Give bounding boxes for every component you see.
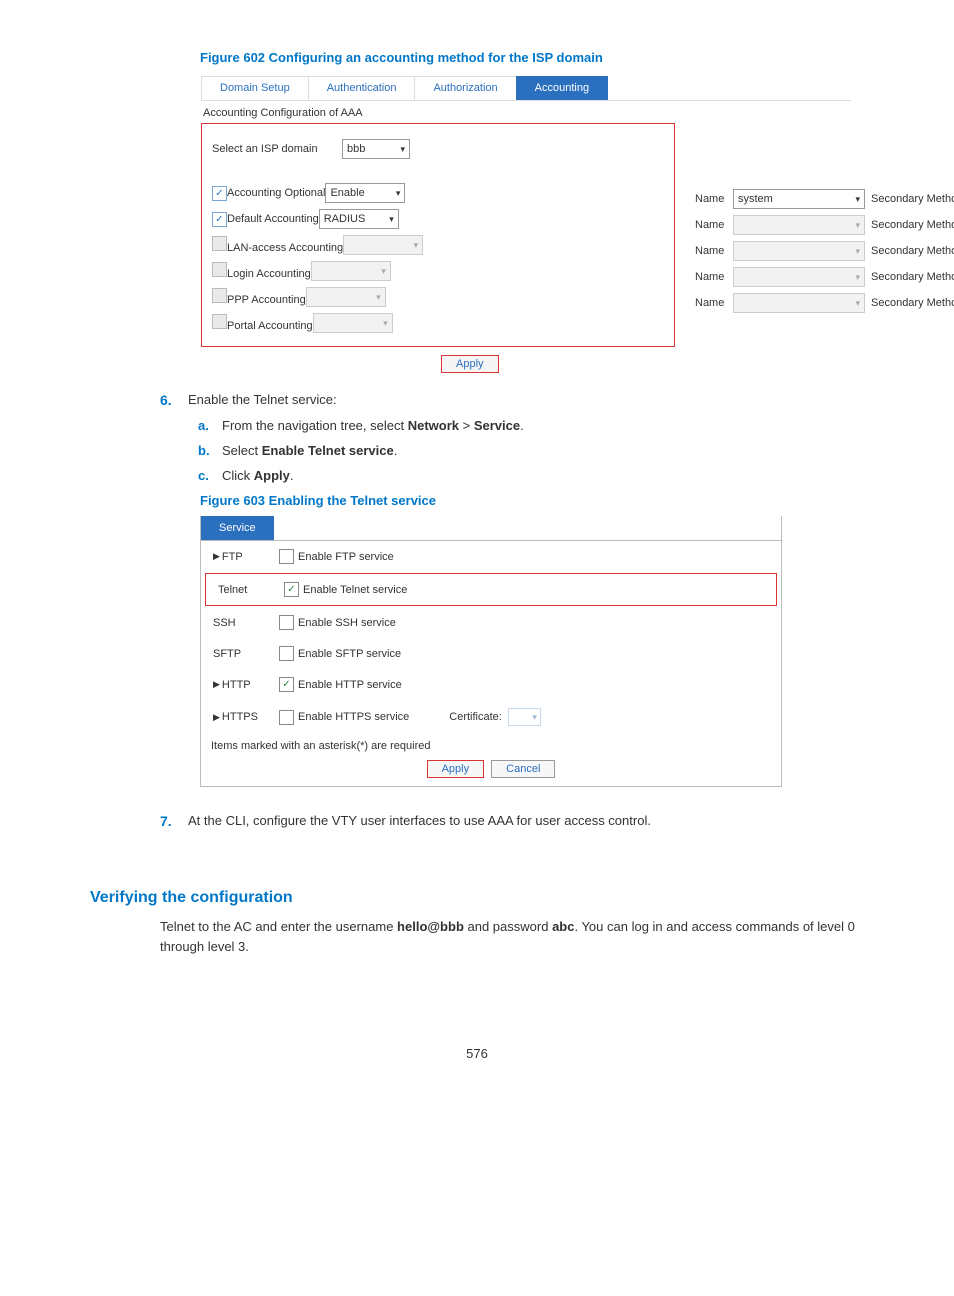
method-select: ▾ <box>306 287 386 307</box>
figure-602: Domain Setup Authentication Authorizatio… <box>200 73 852 374</box>
highlight-box-602: Select an ISP domain bbb ▾ Accounting Op… <box>201 123 675 347</box>
name-select: ▾ <box>733 241 865 261</box>
secondary-method-label: Secondary Method <box>871 245 954 257</box>
enable-checkbox-http[interactable] <box>279 677 294 692</box>
name-select: ▾ <box>733 215 865 235</box>
step-6c-text: Click Apply. <box>222 468 294 483</box>
enable-checkbox-ssh[interactable] <box>279 615 294 630</box>
expand-icon[interactable]: ▶ <box>213 551 220 562</box>
select-domain-label: Select an ISP domain <box>212 143 318 155</box>
service-name: SSH <box>213 617 236 629</box>
apply-button-603[interactable]: Apply <box>427 760 485 778</box>
enable-checkbox-telnet[interactable] <box>284 582 299 597</box>
service-name: FTP <box>222 551 243 563</box>
aaa-subtitle: Accounting Configuration of AAA <box>203 107 851 119</box>
step-7-num: 7. <box>160 813 188 829</box>
enable-label: Enable HTTPS service <box>298 711 409 723</box>
service-row-ftp: ▶FTP Enable FTP service <box>201 541 781 572</box>
row-label: LAN-access Accounting <box>227 242 343 254</box>
certificate-select[interactable] <box>508 708 541 726</box>
verifying-text: Telnet to the AC and enter the username … <box>160 917 864 956</box>
apply-button-602[interactable]: Apply <box>441 355 499 373</box>
checkbox-portal-accounting <box>212 314 227 329</box>
enable-checkbox-sftp[interactable] <box>279 646 294 661</box>
name-select: ▾ <box>733 267 865 287</box>
certificate-label: Certificate: <box>449 711 502 723</box>
service-row-sftp: SFTP Enable SFTP service <box>201 638 781 669</box>
name-select[interactable]: system▾ <box>733 189 865 209</box>
name-label: Name <box>695 297 733 309</box>
enable-label: Enable FTP service <box>298 551 394 563</box>
step-6: 6. Enable the Telnet service: <box>160 392 864 408</box>
checkbox-default-accounting[interactable] <box>212 212 227 227</box>
method-select: ▾ <box>313 313 393 333</box>
checkbox-lan-access-accounting <box>212 236 227 251</box>
checkbox-ppp-accounting <box>212 288 227 303</box>
service-name: Telnet <box>218 584 247 596</box>
name-select: ▾ <box>733 293 865 313</box>
step-6c-letter: c. <box>198 468 222 483</box>
checkbox-login-accounting <box>212 262 227 277</box>
enable-label: Enable SFTP service <box>298 648 401 660</box>
step-6-text: Enable the Telnet service: <box>188 392 337 408</box>
page-number: 576 <box>90 1046 864 1061</box>
secondary-method-label: Secondary Method <box>871 297 954 309</box>
name-label: Name <box>695 193 733 205</box>
step-6-num: 6. <box>160 392 188 408</box>
name-label: Name <box>695 245 733 257</box>
secondary-method-label: Secondary Method <box>871 271 954 283</box>
figure-602-title: Figure 602 Configuring an accounting met… <box>200 50 864 65</box>
tab-authorization[interactable]: Authorization <box>414 76 516 100</box>
expand-icon[interactable]: ▶ <box>213 679 220 690</box>
service-name: HTTPS <box>222 711 258 723</box>
service-row-http: ▶HTTP Enable HTTP service <box>201 669 781 700</box>
step-6a-text: From the navigation tree, select Network… <box>222 418 524 433</box>
row-label: Accounting Optional <box>227 187 325 199</box>
tab-domain-setup[interactable]: Domain Setup <box>201 76 309 100</box>
step-6b-text: Select Enable Telnet service. <box>222 443 397 458</box>
service-name: HTTP <box>222 679 251 691</box>
tab-service[interactable]: Service <box>201 516 274 540</box>
service-row-https: ▶HTTPS Enable HTTPS service Certificate: <box>201 700 781 734</box>
method-select[interactable]: RADIUS▾ <box>319 209 399 229</box>
secondary-method-label: Secondary Method <box>871 193 954 205</box>
step-7: 7. At the CLI, configure the VTY user in… <box>160 813 864 829</box>
tabs-602: Domain Setup Authentication Authorizatio… <box>201 74 851 101</box>
chevron-down-icon: ▾ <box>400 144 405 155</box>
isp-domain-select[interactable]: bbb ▾ <box>342 139 410 159</box>
enable-label: Enable HTTP service <box>298 679 402 691</box>
enable-checkbox-https[interactable] <box>279 710 294 725</box>
row-label: Default Accounting <box>227 213 319 225</box>
enable-label: Enable SSH service <box>298 617 396 629</box>
row-label: PPP Accounting <box>227 294 306 306</box>
figure-603-title: Figure 603 Enabling the Telnet service <box>200 493 864 508</box>
tabs-603: Service <box>201 516 781 541</box>
secondary-method-label: Secondary Method <box>871 219 954 231</box>
method-select: ▾ <box>343 235 423 255</box>
step-6b-letter: b. <box>198 443 222 458</box>
figure-603: Service ▶FTPEnable FTP serviceTelnetEnab… <box>200 516 782 787</box>
service-row-telnet: Telnet Enable Telnet service <box>206 574 776 605</box>
service-row-ssh: SSH Enable SSH service <box>201 607 781 638</box>
method-select: ▾ <box>311 261 391 281</box>
cancel-button-603[interactable]: Cancel <box>491 760 555 778</box>
enable-label: Enable Telnet service <box>303 584 407 596</box>
row-label: Portal Accounting <box>227 320 313 332</box>
step-6a-letter: a. <box>198 418 222 433</box>
enable-checkbox-ftp[interactable] <box>279 549 294 564</box>
isp-domain-value: bbb <box>347 143 365 155</box>
method-select[interactable]: Enable▾ <box>325 183 405 203</box>
name-label: Name <box>695 219 733 231</box>
tab-accounting[interactable]: Accounting <box>516 76 608 100</box>
required-note: Items marked with an asterisk(*) are req… <box>201 734 781 758</box>
step-7-text: At the CLI, configure the VTY user inter… <box>188 813 651 829</box>
tab-authentication[interactable]: Authentication <box>308 76 416 100</box>
service-name: SFTP <box>213 648 241 660</box>
name-label: Name <box>695 271 733 283</box>
row-label: Login Accounting <box>227 268 311 280</box>
expand-icon[interactable]: ▶ <box>213 712 220 723</box>
checkbox-accounting-optional[interactable] <box>212 186 227 201</box>
verifying-heading: Verifying the configuration <box>90 889 864 907</box>
